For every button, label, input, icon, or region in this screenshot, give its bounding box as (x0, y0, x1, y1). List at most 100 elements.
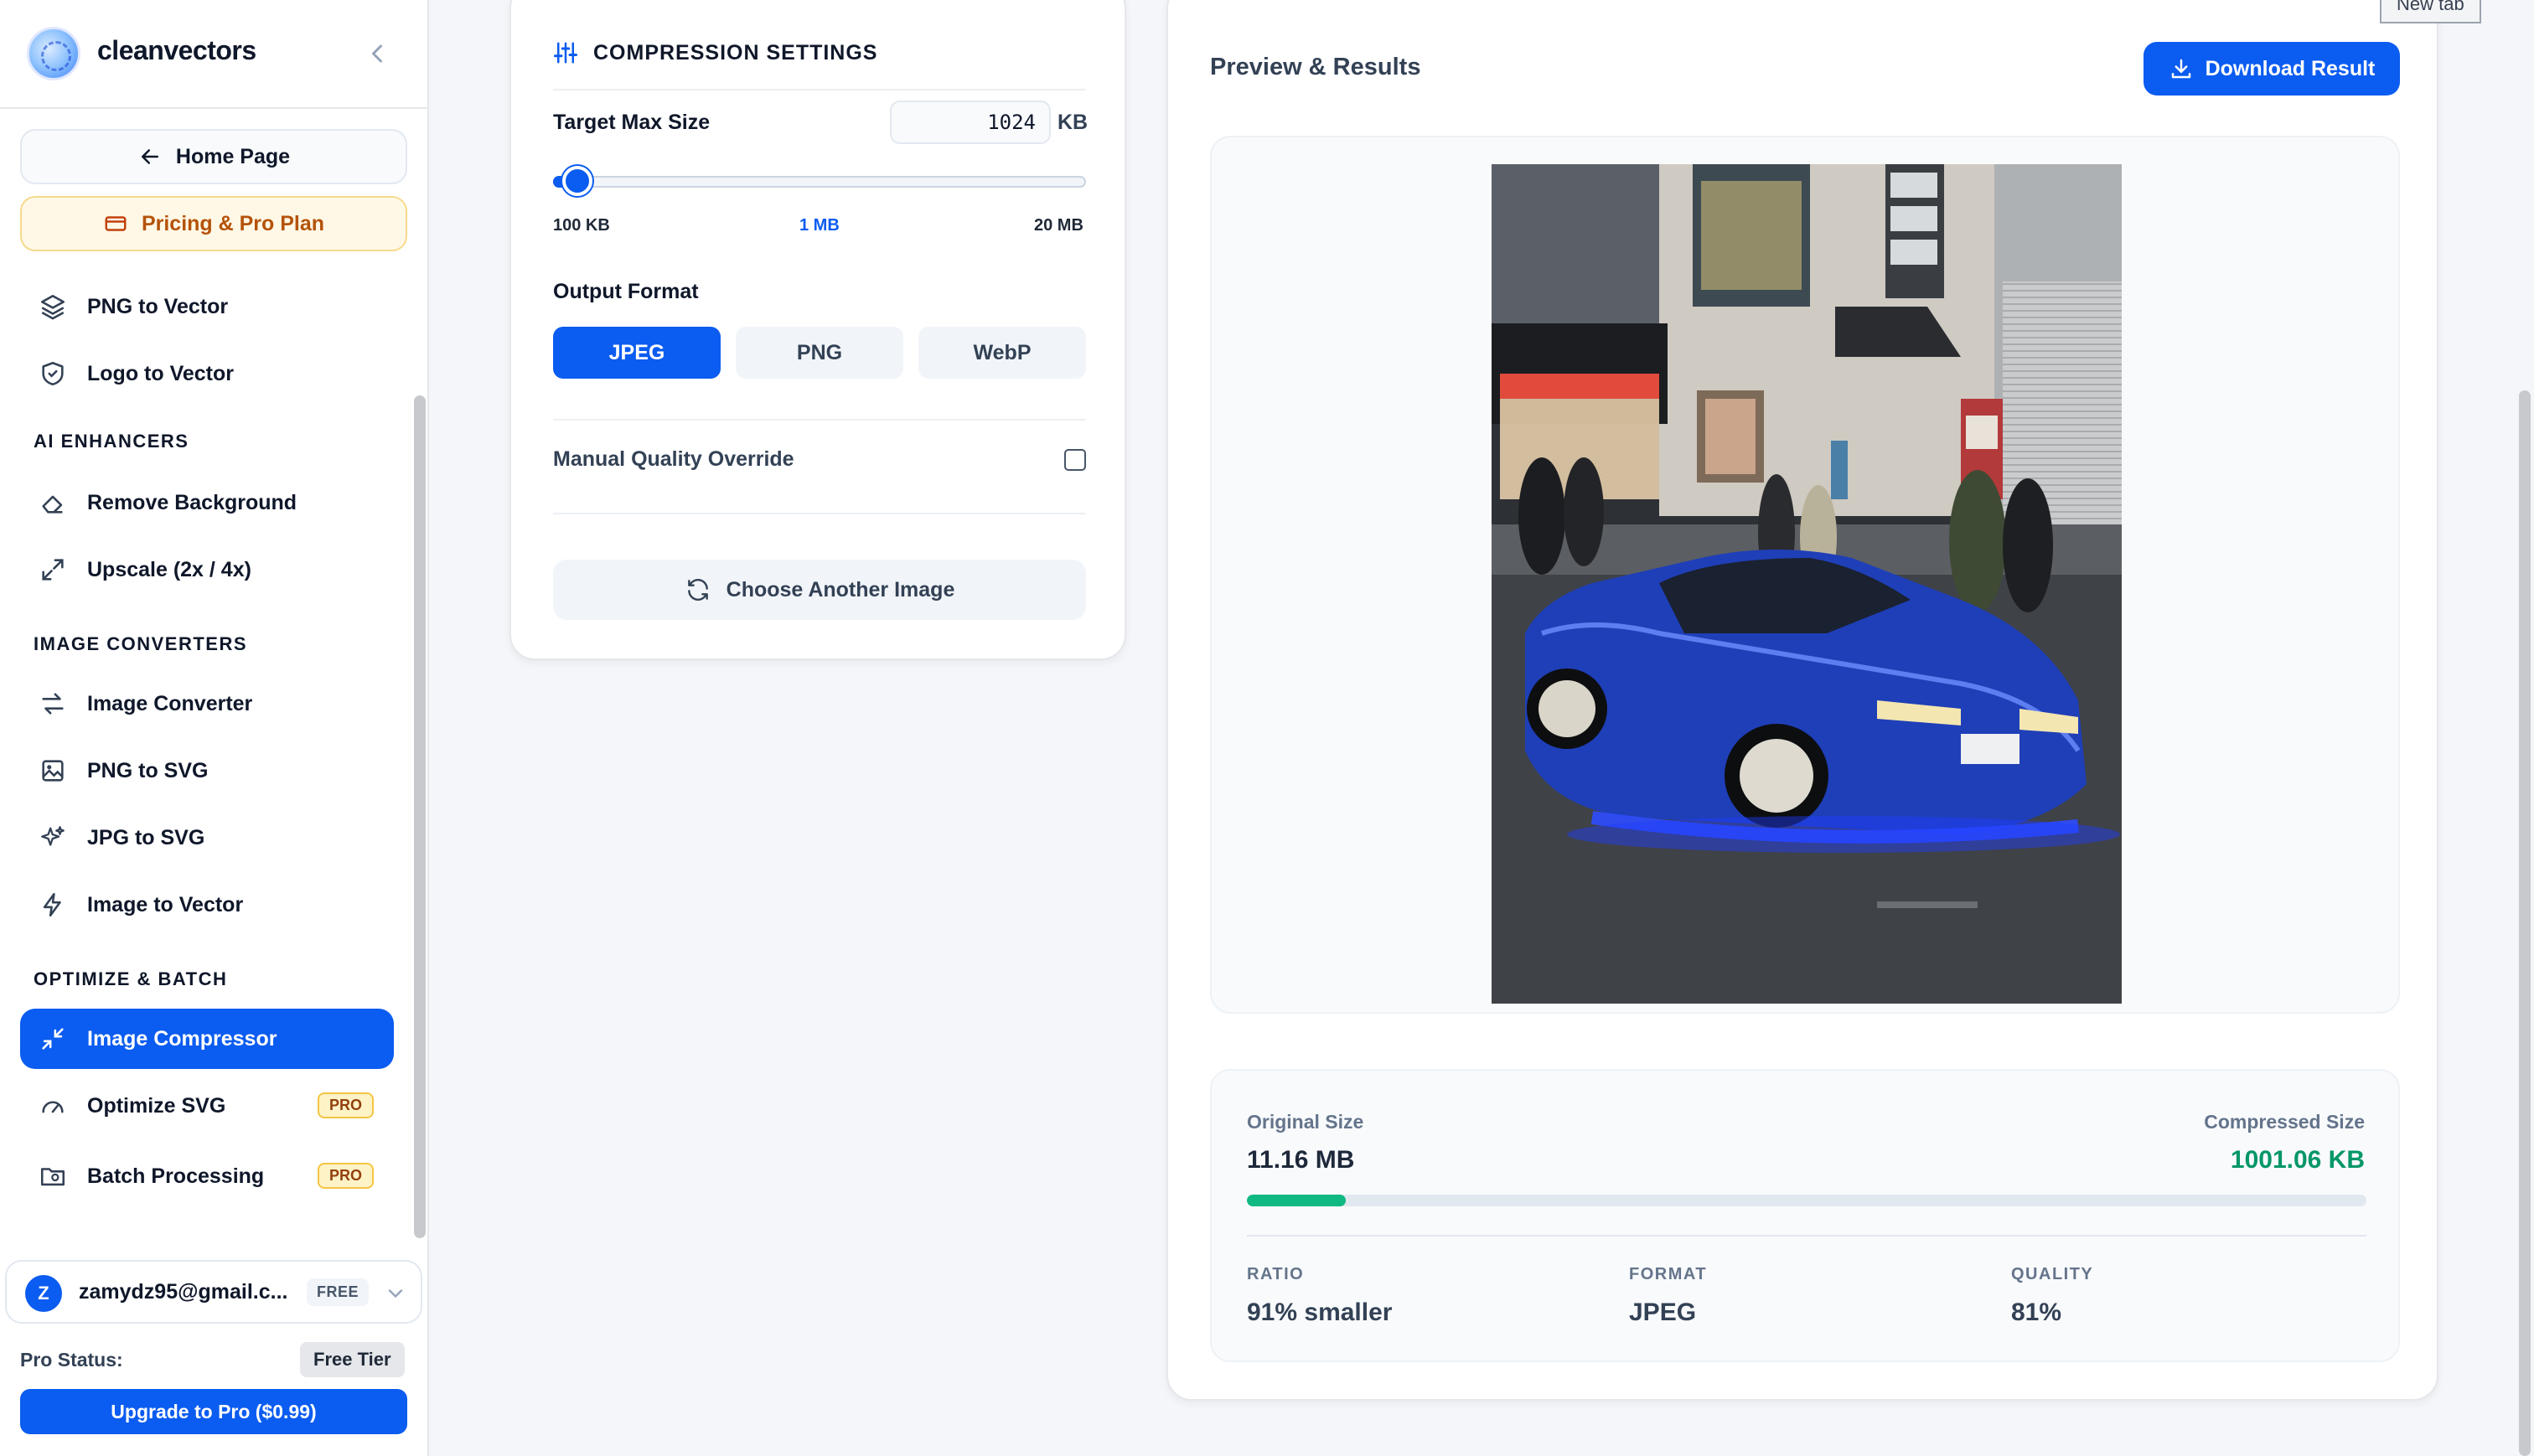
slider-tick-min: 100 KB (553, 216, 610, 235)
lightning-icon (39, 891, 67, 919)
sidebar-item-label: PNG to SVG (87, 758, 209, 782)
format-label: FORMAT (1629, 1265, 1708, 1283)
sidebar-item-image-to-vector[interactable]: Image to Vector (20, 875, 394, 935)
section-optimize-batch: OPTIMIZE & BATCH (34, 968, 228, 989)
arrows-swap-icon (39, 689, 67, 718)
divider (553, 513, 1086, 514)
divider (1247, 1235, 2366, 1237)
download-icon (2171, 59, 2190, 79)
sidebar-item-label: Image to Vector (87, 892, 244, 916)
car-photo (1492, 164, 2122, 1004)
sidebar-nav: PNG to Vector Logo to Vector AI ENHANCER… (0, 276, 427, 1240)
pricing-label: Pricing & Pro Plan (141, 211, 325, 235)
sidebar-item-label: Image Compressor (87, 1026, 277, 1051)
sidebar-item-label: PNG to Vector (87, 294, 229, 318)
home-page-button[interactable]: Home Page (20, 129, 407, 184)
section-image-converters: IMAGE CONVERTERS (34, 633, 248, 654)
pro-status-label: Pro Status: (20, 1349, 123, 1371)
ratio-value: 91% smaller (1247, 1299, 1393, 1326)
download-result-button[interactable]: Download Result (2144, 42, 2400, 96)
arrow-left-icon (141, 149, 158, 164)
shield-check-icon (39, 359, 67, 388)
sidebar-scrollbar[interactable] (414, 395, 426, 1238)
user-account-menu[interactable]: Z zamydz95@gmail.c... FREE (5, 1260, 422, 1324)
original-size-value: 11.16 MB (1247, 1146, 1355, 1174)
collapse-sidebar-button[interactable] (362, 39, 392, 69)
settings-header: COMPRESSION SETTINGS (553, 40, 877, 65)
brand-name[interactable]: cleanvectors (97, 35, 256, 66)
sidebar-item-label: Optimize SVG (87, 1093, 226, 1118)
size-slider-track[interactable] (553, 176, 1086, 188)
compression-settings-card: COMPRESSION SETTINGS Target Max Size 102… (509, 0, 1126, 660)
eraser-icon (39, 488, 67, 517)
avatar: Z (25, 1275, 62, 1312)
sidebar-item-remove-background[interactable]: Remove Background (20, 472, 394, 533)
chevron-left-icon (372, 44, 382, 63)
divider (553, 419, 1086, 421)
quality-label: QUALITY (2011, 1265, 2094, 1283)
upgrade-button[interactable]: Upgrade to Pro ($0.99) (20, 1389, 407, 1434)
sidebar-item-label: Batch Processing (87, 1164, 265, 1188)
user-email: zamydz95@gmail.c... (79, 1280, 288, 1304)
settings-title: COMPRESSION SETTINGS (593, 40, 878, 65)
brand-header: cleanvectors (0, 0, 427, 109)
new-tab-tooltip: New tab (2380, 0, 2481, 23)
pro-badge: PRO (317, 1163, 374, 1189)
slider-tick-max: 20 MB (1034, 216, 1083, 235)
plan-badge: FREE (307, 1278, 370, 1306)
credit-card-icon (105, 216, 127, 231)
compressed-size-value: 1001.06 KB (2230, 1146, 2365, 1174)
gauge-icon (39, 1092, 67, 1120)
brand-logo[interactable] (27, 27, 80, 80)
home-page-label: Home Page (175, 144, 291, 168)
target-size-input[interactable]: 1024 (890, 101, 1051, 144)
format-value: JPEG (1629, 1299, 1697, 1326)
sidebar-item-image-compressor[interactable]: Image Compressor (20, 1009, 394, 1069)
chevron-down-icon (388, 1289, 403, 1299)
image-preview-area (1210, 136, 2400, 1014)
shrink-icon (39, 1025, 67, 1053)
folder-images-icon (39, 1162, 67, 1190)
quality-value: 81% (2011, 1299, 2062, 1326)
target-size-label: Target Max Size (553, 111, 711, 134)
sidebar-item-upscale[interactable]: Upscale (2x / 4x) (20, 540, 394, 600)
pricing-button[interactable]: Pricing & Pro Plan (20, 196, 407, 251)
preview-title: Preview & Results (1210, 54, 1421, 80)
pro-badge: PRO (317, 1092, 374, 1118)
sidebar-item-png-to-svg[interactable]: PNG to SVG (20, 741, 394, 801)
manual-quality-override-checkbox[interactable] (1064, 449, 1086, 471)
original-size-label: Original Size (1247, 1111, 1364, 1133)
preview-results-card: Preview & Results Download Result Origin… (1166, 0, 2438, 1401)
refresh-icon (687, 579, 708, 601)
compression-stats: Original Size 11.16 MB Compressed Size 1… (1210, 1069, 2400, 1362)
compressed-image-preview (1492, 164, 2122, 1004)
sidebar-item-label: Upscale (2x / 4x) (87, 557, 251, 581)
compression-progress-fill (1247, 1195, 1346, 1206)
choose-another-image-button[interactable]: Choose Another Image (553, 560, 1086, 620)
format-button-png[interactable]: PNG (736, 327, 903, 379)
sidebar-item-label: Image Converter (87, 691, 253, 715)
divider (553, 89, 1086, 90)
format-button-webp[interactable]: WebP (918, 327, 1086, 379)
sidebar-item-batch-processing[interactable]: Batch Processing PRO (20, 1146, 394, 1206)
sidebar-item-image-converter[interactable]: Image Converter (20, 674, 394, 734)
choose-another-image-label: Choose Another Image (726, 577, 955, 602)
compression-progress-bar (1247, 1195, 2366, 1206)
ratio-label: RATIO (1247, 1265, 1305, 1283)
manual-quality-override-label: Manual Quality Override (553, 447, 794, 471)
format-button-jpeg[interactable]: JPEG (553, 327, 721, 379)
main-scrollbar[interactable] (2519, 390, 2531, 1456)
sliders-icon (554, 42, 577, 64)
expand-icon (39, 555, 67, 584)
sidebar-item-logo-to-vector[interactable]: Logo to Vector (20, 343, 394, 404)
sparkles-icon (39, 824, 67, 852)
slider-tick-mid: 1 MB (799, 216, 840, 235)
sidebar-item-png-to-vector[interactable]: PNG to Vector (20, 276, 394, 337)
sidebar-item-jpg-to-svg[interactable]: JPG to SVG (20, 808, 394, 868)
sidebar-item-label: JPG to SVG (87, 825, 205, 849)
sidebar-item-optimize-svg[interactable]: Optimize SVG PRO (20, 1076, 394, 1136)
image-icon (39, 756, 67, 785)
output-format-label: Output Format (553, 280, 699, 303)
compressed-size-label: Compressed Size (2204, 1111, 2365, 1133)
size-slider-thumb[interactable] (561, 166, 592, 196)
